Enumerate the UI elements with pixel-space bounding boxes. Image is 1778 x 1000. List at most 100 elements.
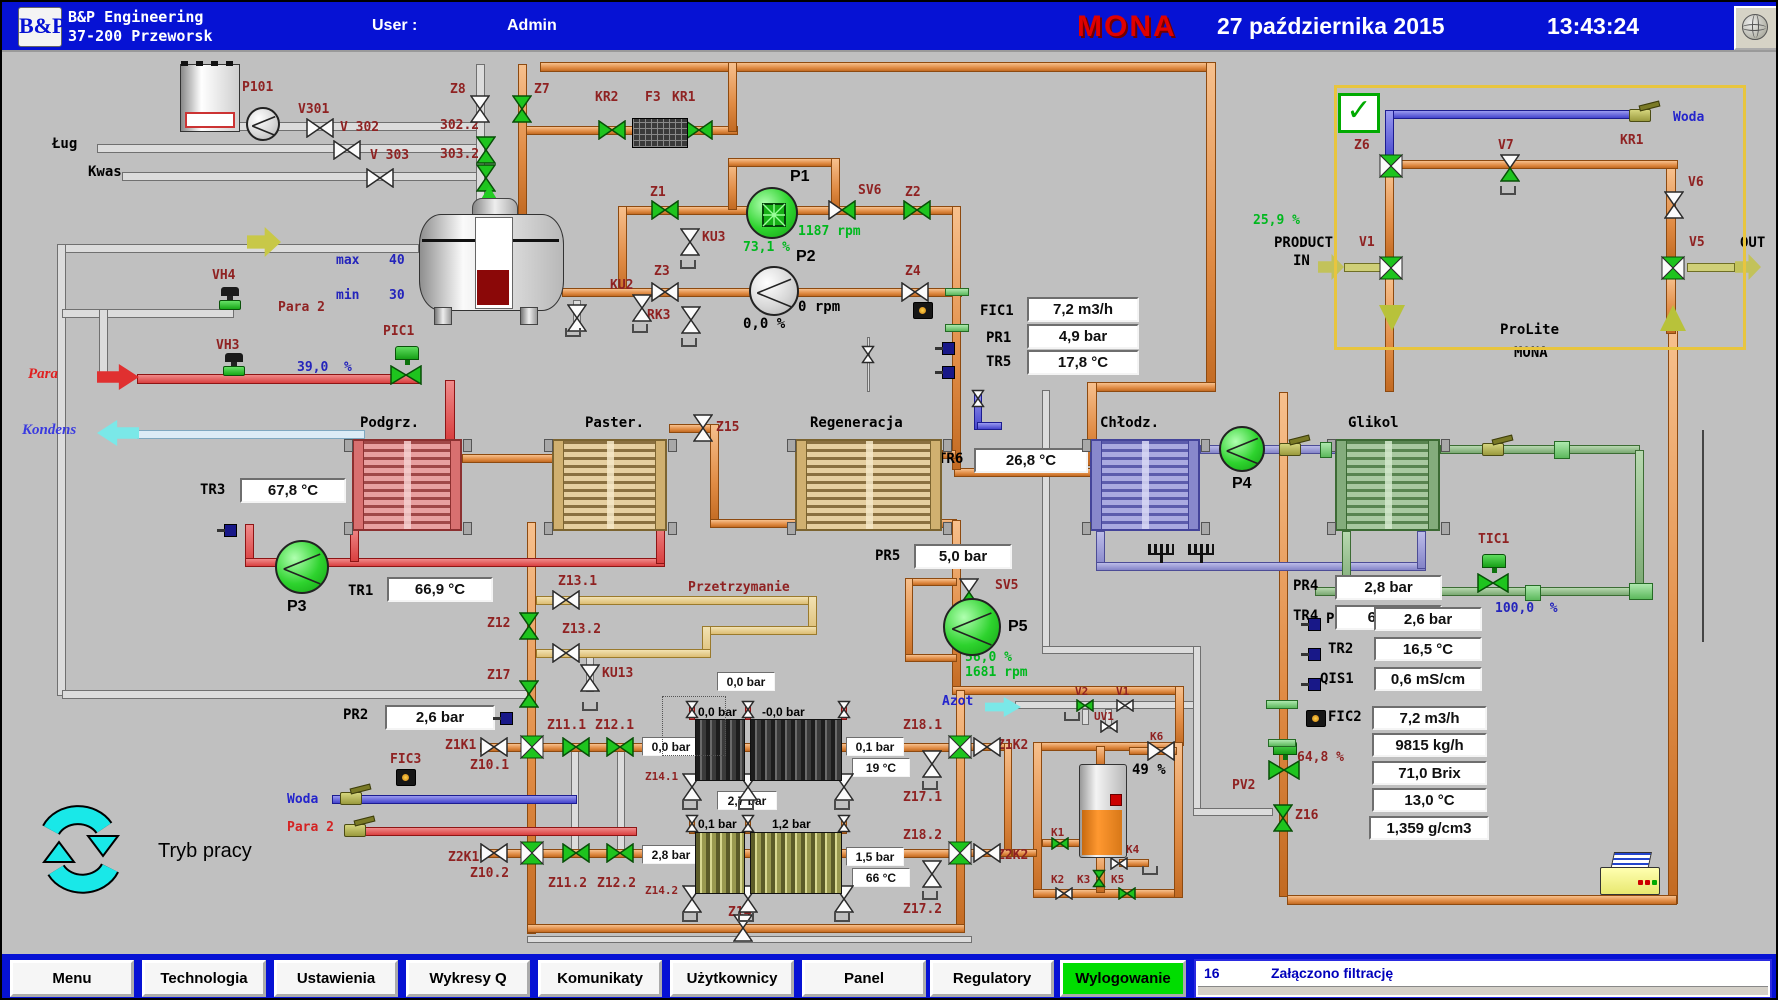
valve-Z11-2[interactable] xyxy=(562,843,590,863)
menu-button-ustawienia[interactable]: Ustawienia xyxy=(274,960,398,997)
valve-Z12-2[interactable] xyxy=(606,843,634,863)
valve-V303[interactable] xyxy=(366,168,394,188)
valve-K4[interactable] xyxy=(1110,857,1128,870)
valve-Z12[interactable] xyxy=(519,612,539,640)
valve-KR2[interactable] xyxy=(598,120,626,140)
filter-bank[interactable] xyxy=(750,832,842,894)
status-scrollbar[interactable] xyxy=(1198,986,1768,995)
valve-V302[interactable] xyxy=(333,140,361,160)
prolite-active-checkbox[interactable]: ✓ xyxy=(1338,93,1380,133)
control-valve-PV2[interactable] xyxy=(1268,741,1302,781)
valve-Z2K2[interactable] xyxy=(973,843,1001,863)
valve-Z11-1[interactable] xyxy=(562,737,590,757)
valve-K1[interactable] xyxy=(1051,837,1069,850)
menu-button-menu[interactable]: Menu xyxy=(10,960,134,997)
filter-bank[interactable] xyxy=(695,832,745,894)
menu-button-komunikaty[interactable]: Komunikaty xyxy=(538,960,662,997)
sensor-FIC1[interactable] xyxy=(913,302,931,317)
valve-303-2[interactable] xyxy=(476,164,496,192)
valve-V1-azot[interactable] xyxy=(1116,699,1134,712)
valve-K6[interactable] xyxy=(1147,741,1175,761)
valve-Z18-2[interactable] xyxy=(947,840,973,866)
label-40: 40 xyxy=(389,253,405,268)
valve-Z17[interactable] xyxy=(519,680,539,708)
sensor-FIC3[interactable] xyxy=(396,769,414,784)
valve-Z3[interactable] xyxy=(651,282,679,302)
exchanger-paster[interactable] xyxy=(552,439,667,531)
hand-valve-p4[interactable] xyxy=(1279,443,1301,457)
azot-tank[interactable] xyxy=(1079,764,1127,858)
valve-KU13[interactable] xyxy=(580,664,600,692)
valve-Z1[interactable] xyxy=(651,200,679,220)
valve-SV6[interactable] xyxy=(828,200,856,220)
valve-tr6-vent[interactable] xyxy=(862,345,875,363)
pump-P2[interactable] xyxy=(749,266,799,316)
valve-Z10-2[interactable] xyxy=(519,840,545,866)
menu-button-technologia[interactable]: Technologia xyxy=(142,960,266,997)
valve-filter2-b[interactable] xyxy=(742,814,755,832)
valve-Z2[interactable] xyxy=(903,200,931,220)
valve-icewater[interactable] xyxy=(972,389,985,407)
valve-Z1K1[interactable] xyxy=(480,737,508,757)
printer-icon[interactable] xyxy=(1600,852,1662,900)
valve-Z15[interactable] xyxy=(693,414,713,442)
valve-filter1-b[interactable] xyxy=(742,700,755,718)
valve-KR1-f3[interactable] xyxy=(685,120,713,140)
valve-K2[interactable] xyxy=(1055,887,1073,900)
valve-Z10-1[interactable] xyxy=(519,734,545,760)
valve-Z8[interactable] xyxy=(470,95,490,123)
hand-valve-glikol[interactable] xyxy=(1482,443,1504,457)
exchanger-chlodz[interactable] xyxy=(1090,439,1200,531)
pump-P3[interactable] xyxy=(275,540,329,594)
valve-Z1K2[interactable] xyxy=(973,737,1001,757)
status-message-box[interactable]: 16 Załączono filtrację xyxy=(1194,959,1772,999)
exchanger-podgrz[interactable] xyxy=(352,439,462,531)
valve-VH3[interactable] xyxy=(223,353,245,381)
pump-P4[interactable] xyxy=(1219,426,1265,472)
hand-valve-woda[interactable] xyxy=(340,792,362,806)
valve-K3[interactable] xyxy=(1093,869,1106,887)
valve-Z13-1[interactable] xyxy=(552,590,580,610)
valve-filter2-a[interactable] xyxy=(686,814,699,832)
valve-UV1[interactable] xyxy=(1100,720,1118,733)
menu-button-panel[interactable]: Panel xyxy=(802,960,926,997)
valve-K5[interactable] xyxy=(1118,887,1136,900)
control-valve-TIC1[interactable] xyxy=(1477,554,1511,594)
hand-valve-para2[interactable] xyxy=(344,824,366,838)
valve-Z18-1[interactable] xyxy=(947,734,973,760)
valve-V301[interactable] xyxy=(306,118,334,138)
zb1-buffer-tank[interactable] xyxy=(419,214,564,311)
sensor-FIC2[interactable] xyxy=(1306,710,1324,725)
valve-Z4[interactable] xyxy=(901,282,929,302)
control-valve-PIC1[interactable] xyxy=(390,346,424,386)
valve-KU3[interactable] xyxy=(680,228,700,256)
valve-Z16[interactable] xyxy=(1273,804,1293,832)
label-z3: Z3 xyxy=(654,264,670,279)
pump-P101[interactable] xyxy=(246,107,280,141)
menu-button-u-ytkownicy[interactable]: Użytkownicy xyxy=(670,960,794,997)
exchanger-glikol[interactable] xyxy=(1335,439,1440,531)
valve-V2-azot[interactable] xyxy=(1076,699,1094,712)
operating-mode-icon[interactable] xyxy=(26,798,136,902)
valve-filter2-c[interactable] xyxy=(838,814,851,832)
valve-Z17-2[interactable] xyxy=(922,860,942,888)
valve-filter1-c[interactable] xyxy=(838,700,851,718)
language-globe-button[interactable] xyxy=(1734,6,1778,50)
drain-outlet xyxy=(738,913,754,922)
valve-302-2[interactable] xyxy=(476,136,496,164)
valve-Z12-1[interactable] xyxy=(606,737,634,757)
valve-VH4[interactable] xyxy=(219,287,241,315)
menu-button-wykresy-q[interactable]: Wykresy Q xyxy=(406,960,530,997)
valve-Z13-2[interactable] xyxy=(552,643,580,663)
exchanger-regeneracja[interactable] xyxy=(795,439,942,531)
valve-Z17-1[interactable] xyxy=(922,750,942,778)
menu-button-regulatory[interactable]: Regulatory xyxy=(930,960,1054,997)
menu-button-logout[interactable]: Wylogowanie xyxy=(1060,960,1186,997)
pump-P1[interactable] xyxy=(746,187,798,239)
valve-Z2K1[interactable] xyxy=(480,843,508,863)
valve-KU2[interactable] xyxy=(632,294,652,322)
pump-P5[interactable] xyxy=(943,598,1001,656)
filter-bank[interactable] xyxy=(750,719,842,781)
valve-RK3[interactable] xyxy=(681,306,701,334)
valve-Z7[interactable] xyxy=(512,95,532,123)
